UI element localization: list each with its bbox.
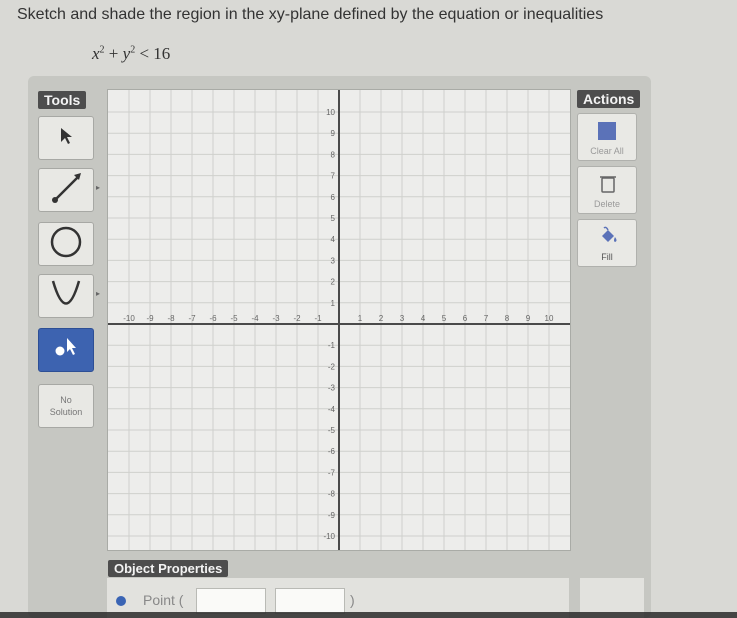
x-tick-label: 7 xyxy=(484,314,489,323)
arrow-cursor-icon xyxy=(58,127,74,150)
parabola-icon xyxy=(48,276,84,317)
no-solution-label-line1: No xyxy=(60,395,72,405)
x-tick-label: -6 xyxy=(209,314,217,323)
point-close-paren: ) xyxy=(350,592,355,608)
x-tick-label: 4 xyxy=(421,314,426,323)
coordinate-graph[interactable]: -10 -9 -8 -7 -6 -5 -4 -3 -2 -1 1 2 3 4 5 6 7 8 9 10 10 9 8 7 6 5 4… xyxy=(107,89,571,551)
point-icon xyxy=(48,333,84,368)
x-tick-label: 8 xyxy=(505,314,510,323)
trash-icon xyxy=(599,174,617,199)
y-tick-label: 3 xyxy=(331,256,336,265)
equation-y-exponent: 2 xyxy=(130,44,136,56)
instruction-text: Sketch and shade the region in the xy-pl… xyxy=(17,6,604,23)
no-solution-label-line2: Solution xyxy=(49,407,83,417)
point-tool-button[interactable] xyxy=(38,328,94,372)
x-tick-label: 3 xyxy=(400,314,405,323)
y-tick-label: 9 xyxy=(331,129,336,138)
y-tick-label: -8 xyxy=(328,490,336,499)
y-tick-label: -2 xyxy=(328,362,336,371)
y-tick-label: 5 xyxy=(331,214,336,223)
y-tick-label: -4 xyxy=(328,405,336,414)
parabola-tool-button[interactable]: ▸ xyxy=(38,274,100,318)
x-tick-label: -10 xyxy=(123,314,135,323)
point-radio[interactable] xyxy=(116,596,126,606)
x-tick-label: -3 xyxy=(272,314,280,323)
point-y-input[interactable] xyxy=(275,588,345,614)
x-tick-label: -4 xyxy=(251,314,259,323)
x-tick-label: -7 xyxy=(188,314,196,323)
paint-bucket-icon xyxy=(598,226,620,251)
equation-x: x xyxy=(92,44,100,63)
x-tick-label: -2 xyxy=(293,314,301,323)
y-tick-label: 7 xyxy=(331,172,336,181)
y-tick-label: -5 xyxy=(328,426,336,435)
x-tick-label: 2 xyxy=(379,314,384,323)
clear-all-label: Clear All xyxy=(590,146,624,156)
equation: x2 + y2 < 16 xyxy=(92,44,170,64)
fill-button[interactable]: Fill xyxy=(577,219,637,267)
parabola-tool-caret-icon: ▸ xyxy=(95,289,100,298)
x-tick-label: 1 xyxy=(358,314,363,323)
line-tool-caret-icon: ▸ xyxy=(95,183,100,192)
actions-label: Actions xyxy=(577,90,641,108)
x-tick-label: -5 xyxy=(230,314,238,323)
delete-label: Delete xyxy=(593,199,620,209)
equation-plus: + xyxy=(108,44,119,63)
equation-x-exponent: 2 xyxy=(99,44,105,56)
tools-label: Tools xyxy=(38,91,87,109)
point-x-input[interactable] xyxy=(196,588,266,614)
x-tick-label: -9 xyxy=(146,314,154,323)
y-tick-label: 8 xyxy=(331,150,336,159)
y-tick-label: -10 xyxy=(323,532,335,541)
select-tool-button[interactable] xyxy=(38,116,94,160)
x-tick-label: -8 xyxy=(167,314,175,323)
line-segment-icon xyxy=(48,170,84,211)
fill-label: Fill xyxy=(601,252,613,262)
equation-rest: < 16 xyxy=(139,44,171,63)
y-tick-label: -9 xyxy=(328,511,336,520)
object-properties-label: Object Properties xyxy=(108,560,229,577)
clear-all-icon xyxy=(598,122,616,140)
no-solution-button[interactable]: No Solution xyxy=(38,384,94,428)
point-label: Point ( xyxy=(143,592,184,608)
x-tick-label: 9 xyxy=(526,314,531,323)
circle-tool-button[interactable] xyxy=(38,222,94,266)
clear-all-button[interactable]: Clear All xyxy=(577,113,637,161)
x-tick-label: -1 xyxy=(314,314,322,323)
y-tick-label: -3 xyxy=(328,384,336,393)
y-tick-label: -7 xyxy=(328,468,336,477)
graph-canvas[interactable]: -10 -9 -8 -7 -6 -5 -4 -3 -2 -1 1 2 3 4 5 6 7 8 9 10 10 9 8 7 6 5 4… xyxy=(108,90,570,550)
screen-bottom-edge xyxy=(0,612,737,618)
y-tick-label: -1 xyxy=(328,341,336,350)
line-tool-button[interactable]: ▸ xyxy=(38,168,100,212)
y-tick-label: 10 xyxy=(326,108,335,117)
x-tick-label: 5 xyxy=(442,314,447,323)
y-tick-label: 2 xyxy=(331,278,336,287)
circle-icon xyxy=(48,224,84,265)
delete-button[interactable]: Delete xyxy=(577,166,637,214)
y-tick-label: 1 xyxy=(331,299,336,308)
x-tick-label: 6 xyxy=(463,314,468,323)
y-tick-label: 6 xyxy=(331,193,336,202)
y-tick-label: -6 xyxy=(328,447,336,456)
y-tick-label: 4 xyxy=(331,235,336,244)
x-tick-label: 10 xyxy=(545,314,554,323)
